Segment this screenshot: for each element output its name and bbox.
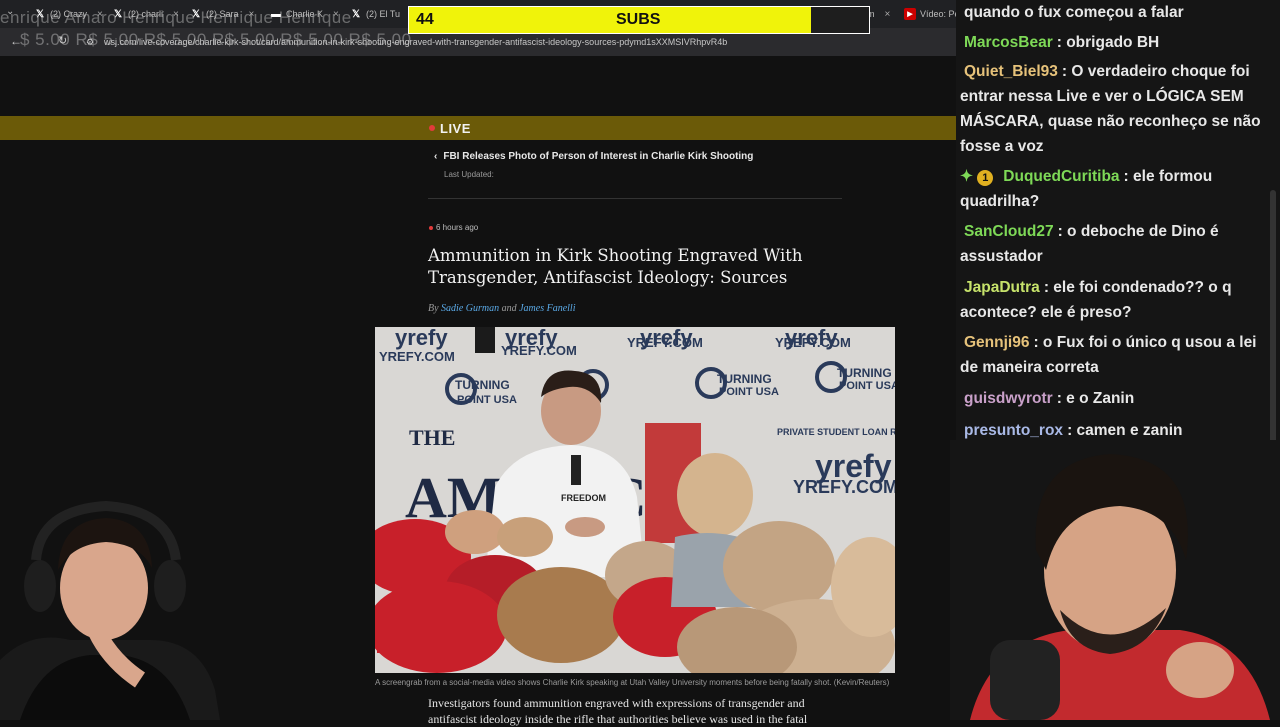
body-line-2: antifascist ideology inside the rifle th… [428,712,808,726]
shirt-print: FREEDOM [561,493,606,503]
webcam-left [0,490,220,720]
chat-username[interactable]: DuquedCuritiba [1003,168,1119,185]
webcam-left-figure [0,490,220,720]
x-icon: 𝕏 [351,8,361,20]
chat-username[interactable]: Quiet_Biel93 [964,63,1058,80]
divider [428,198,842,199]
tier-badge: 1 [977,170,994,186]
chat-message: MarcosBear: obrigado BH [960,30,1276,55]
chat-message: SanCloud27: o deboche de Dino é assustad… [960,219,1276,269]
photo-illustration: yrefy yrefy yrefy yrefy YREFY.COM YREFY.… [375,327,895,673]
byline-prefix: By [428,303,439,314]
overlay-ghost-names: enrique Amaro Henrique Henrique Henrique [0,8,352,27]
breadcrumb[interactable]: ‹ FBI Releases Photo of Person of Intere… [434,151,753,162]
chevron-left-icon: ‹ [434,151,438,162]
author-link-1[interactable]: Sadie Gurman [441,303,499,314]
body-line-1: Investigators found ammunition engraved … [428,696,805,710]
live-label: LIVE [440,121,471,136]
chat-text: : obrigado BH [1056,34,1160,51]
chat-message: quando o fux começou a falar [960,0,1276,25]
photo-caption: A screengrab from a social-media video s… [375,678,890,687]
new-post-dot [429,226,433,230]
live-indicator-dot [429,125,435,131]
chat-message: Gennji96: o Fux foi o único q usou a lei… [960,330,1276,380]
post-timestamp: 6 hours ago [436,223,479,232]
live-banner [0,116,960,140]
sign-yrefy-com-1: YREFY.COM [379,349,455,364]
chat-text: quando o fux começou a falar [964,4,1184,21]
chat-message: guisdwyrotr: e o Zanin [960,386,1276,411]
breadcrumb-link[interactable]: FBI Releases Photo of Person of Interest… [443,151,753,162]
chat-message: ✦ 1 DuquedCuritiba: ele formou quadrilha? [960,164,1276,214]
browser-tab[interactable]: ▶ Vídeo: Pe [904,4,960,24]
last-updated-label: Last Updated: [444,170,494,179]
article-headline: Ammunition in Kirk Shooting Engraved Wit… [428,246,803,287]
chat-username[interactable]: JapaDutra [964,279,1040,296]
article-body: Investigators found ammunition engraved … [428,695,848,727]
chat-text: : camen e zanin [1067,422,1183,439]
sign-yrefy-com-2: YREFY.COM [501,343,577,358]
subs-count: 44 [416,11,434,28]
chat-username[interactable]: guisdwyrotr [964,390,1053,407]
sign-yrefy-1: yrefy [395,327,448,350]
sign-the: THE [409,425,455,450]
chat-username[interactable]: presunto_rox [964,422,1063,439]
chat-text: : e o Zanin [1056,390,1135,407]
sign-yrefy-com-5: YREFY.COM [793,477,895,497]
sign-yrefy-com-4: YREFY.COM [775,335,851,350]
article-photo[interactable]: yrefy yrefy yrefy yrefy YREFY.COM YREFY.… [375,327,895,673]
webcam-right [950,440,1280,720]
sign-private-loan: PRIVATE STUDENT LOAN RELIEF [777,427,895,437]
overlay-ghost-amounts: $ 5.00 R$ 5.00 R$ 5.00 R$ 5.00 R$ 5.00 R… [20,30,412,49]
chat-message: JapaDutra: ele foi condenado?? o q acont… [960,275,1276,325]
sign-point-usa-2: POINT USA [719,386,779,398]
byline: By Sadie Gurman and James Fanelli [428,303,575,314]
sign-yrefy-com-3: YREFY.COM [627,335,703,350]
sign-turning-2: TURNING [717,372,772,386]
sign-point-usa-1: POINT USA [457,394,517,406]
subs-label: SUBS [616,11,661,28]
sign-turning-3: TURNING [837,366,892,380]
author-link-2[interactable]: James Fanelli [519,303,575,314]
browser-tab[interactable]: 𝕏(2) El Tu× [350,4,416,24]
tab-label: Vídeo: Pe [920,9,960,19]
chat-username[interactable]: SanCloud27 [964,223,1054,240]
webcam-right-figure [950,440,1280,720]
tab-label: (2) El Tu [366,9,401,19]
byline-and: and [501,303,517,314]
sign-point-usa-3: POINT USA [839,380,895,392]
subs-goal-remainder [811,7,869,33]
sub-badge-icon: ✦ [960,168,978,185]
chat-username[interactable]: MarcosBear [964,34,1053,51]
close-icon[interactable]: × [885,9,891,20]
video-icon: ▶ [904,8,916,20]
sign-turning-1: TURNING [455,378,510,392]
chat-message: Quiet_Biel93: O verdadeiro choque foi en… [960,59,1276,159]
chat-username[interactable]: Gennji96 [964,334,1029,351]
